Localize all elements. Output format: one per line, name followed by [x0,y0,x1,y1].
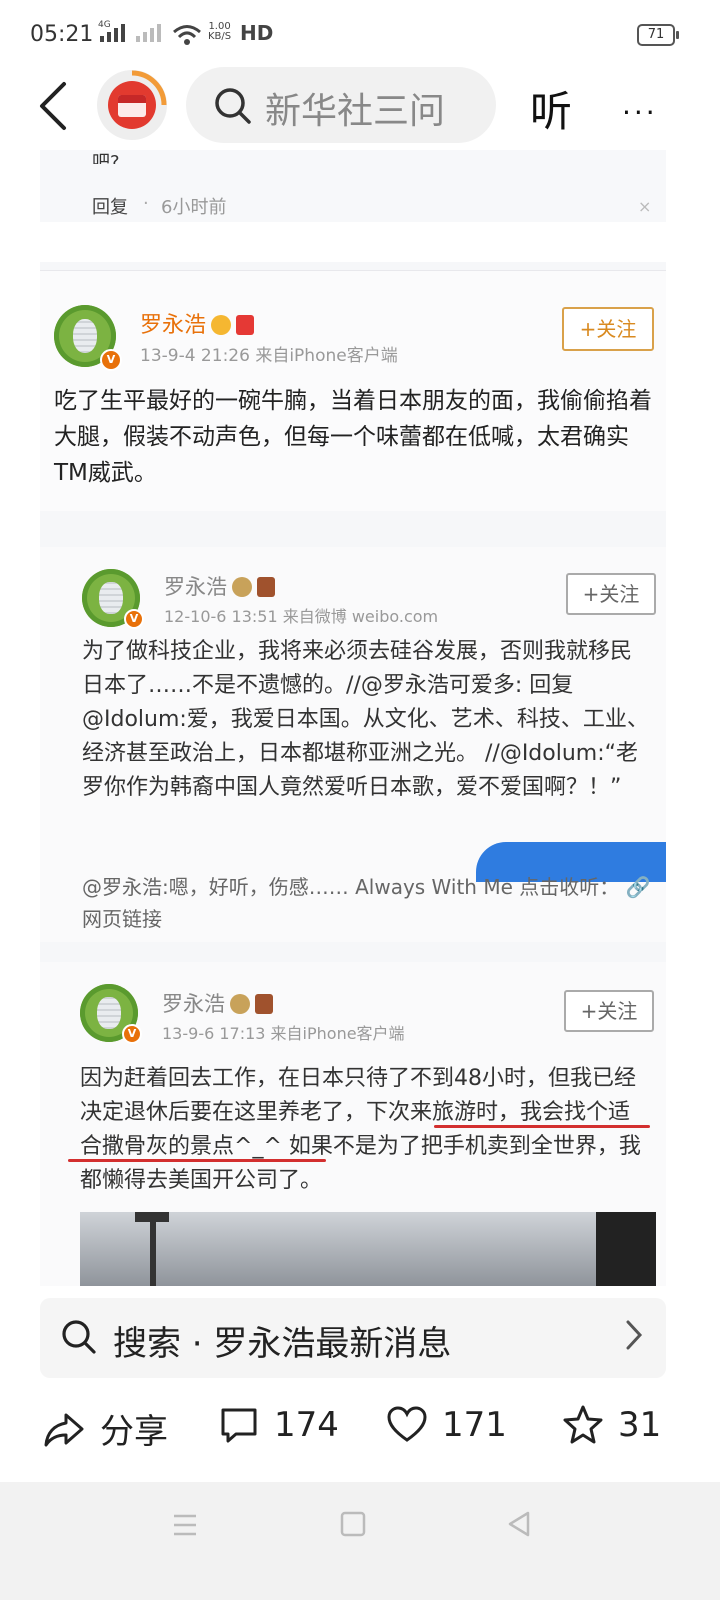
close-icon[interactable]: × [638,197,651,216]
post-footer-text: @罗永浩:嗯，好听，伤感…… Always With Me 点击收听： [82,875,620,899]
article-image: V 罗永浩 13-9-4 21:26 来自iPhone客户端 +关注 吃了生平最… [40,262,666,1286]
menu-icon[interactable] [172,1510,198,1540]
post-meta: 13-9-6 17:13 来自iPhone客户端 [162,1024,405,1043]
comment-time: 6小时前 [161,197,227,218]
comment-text-clipped: 吧? [92,152,120,164]
wifi-icon [173,25,201,45]
reply-button[interactable]: 回复 [92,193,128,219]
emoji-icon [211,315,232,335]
favorite-button[interactable]: 31 [562,1404,661,1446]
photo-dark-corner [596,1212,656,1286]
username-row: 罗永浩 [162,988,274,1018]
follow-button[interactable]: +关注 [562,307,654,351]
weibo-screenshot-1: V 罗永浩 12-10-6 13:51 来自微博 weibo.com +关注 为… [40,547,666,942]
username: 罗永浩 [164,575,227,599]
net-speed-unit: KB/S [208,31,232,42]
share-button[interactable]: 分享 [42,1404,168,1453]
search-input[interactable]: 新华社三问 [265,82,465,134]
search-icon [215,88,251,124]
chevron-right-icon[interactable] [624,1318,644,1352]
username[interactable]: 罗永浩 [140,313,206,338]
separator-dot: · [143,193,149,214]
star-icon [563,1405,603,1444]
status-time: 05:21 [30,22,94,47]
comment-card [40,150,666,222]
more-button[interactable]: ··· [622,96,658,129]
system-nav-bar [0,1482,720,1600]
comment-button[interactable]: 174 [218,1404,339,1446]
emoji-icon [232,577,253,597]
emoji-icon [230,994,251,1014]
username: 罗永浩 [162,992,225,1016]
follow-button: +关注 [566,573,656,615]
red-underline-2 [68,1159,326,1162]
username-row: 罗永浩 [164,571,276,601]
favorite-count: 31 [618,1405,662,1445]
lamp-pole-shape [150,1217,156,1286]
badge-icon [255,994,274,1014]
search-icon [62,1320,96,1354]
post-text: 吃了生平最好的一碗牛腩，当着日本朋友的面，我偷偷掐着大腿，假装不动声色，但每一个… [54,388,652,486]
signal-1-icon [100,24,125,42]
post-text: 为了做科技企业，我将来必须去硅谷发展，否则我就移民日本了……不是不遗憾的。//@… [82,639,649,800]
comment-icon [221,1408,257,1443]
share-icon [44,1413,84,1446]
heart-icon [387,1406,427,1442]
net-speed: 1.00 KB/S [208,22,231,42]
post-text: 因为赶着回去工作，在日本只待了不到48小时，但我已经决定退休后要在这里养老了，下… [80,1062,652,1198]
web-link: 网页链接 [82,907,162,931]
comment-count: 174 [274,1405,339,1445]
red-underline-1 [434,1125,650,1128]
home-icon[interactable] [340,1510,366,1540]
verified-badge-icon: V [122,1024,142,1044]
link-icon: 🔗 [625,875,651,899]
like-count: 171 [442,1405,507,1445]
weibo-screenshot-2: V 罗永浩 13-9-6 17:13 来自iPhone客户端 +关注 因为赶着回… [40,962,666,1286]
search-suggestion-text[interactable]: 搜索 · 罗永浩最新消息 [113,1316,451,1365]
listen-button[interactable]: 听 [530,78,572,139]
like-button[interactable]: 171 [386,1404,507,1446]
post-meta: 12-10-6 13:51 来自微博 weibo.com [164,607,439,626]
back-nav-icon[interactable] [506,1510,532,1540]
signal-2-icon [136,24,161,42]
follow-button: +关注 [564,990,654,1032]
badge-icon [257,577,276,597]
post-text-highlight-1: 下次来旅游时，我会 [366,1100,565,1125]
post-photo [80,1212,656,1286]
post-meta: 13-9-4 21:26 来自iPhone客户端 [140,346,398,366]
verified-badge-icon: V [100,349,122,371]
post-footer: @罗永浩:嗯，好听，伤感…… Always With Me 点击收听： 🔗 网页… [82,871,652,935]
username-row: 罗永浩 [140,307,255,339]
red-envelope-icon [108,81,156,129]
red-envelope-badge-icon [236,315,255,335]
battery-icon: 71 [637,24,679,46]
weibo-post-main: V 罗永浩 13-9-4 21:26 来自iPhone客户端 +关注 吃了生平最… [40,270,666,511]
hd-indicator: HD [240,21,274,45]
share-label: 分享 [100,1412,168,1452]
back-arrow-icon[interactable] [30,78,80,134]
verified-badge-icon: V [124,609,144,629]
